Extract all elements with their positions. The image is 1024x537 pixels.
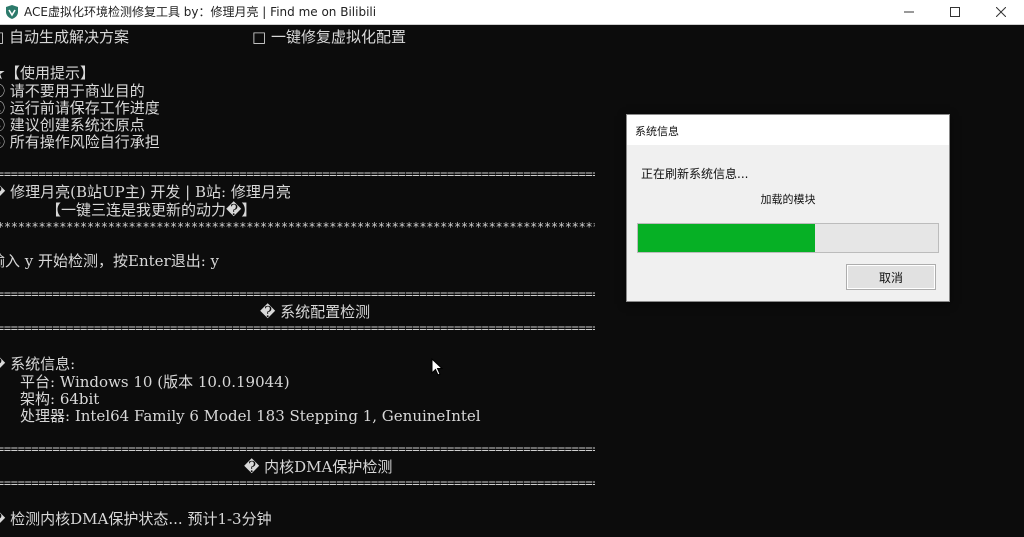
sysinfo-arch: 架构: 64bit <box>20 390 100 408</box>
progress-bar <box>637 223 939 253</box>
minimize-button[interactable] <box>886 0 932 24</box>
tips-header: ★【使用提示】 <box>0 64 96 82</box>
start-prompt: 输入 y 开始检测，按Enter退出: y <box>0 252 219 270</box>
console-window: ACE虚拟化环境检测修复工具 by：修理月亮 | Find me on Bili… <box>0 0 1024 537</box>
maximize-icon <box>950 7 960 17</box>
tip-item: ① 请不要用于商业目的 <box>0 82 145 100</box>
section-title-dma: � 内核DMA保护检测 <box>244 458 393 476</box>
divider-double: ========================================… <box>0 476 595 490</box>
system-info-dialog[interactable]: 系统信息 正在刷新系统信息... 加载的模块 取消 <box>626 114 950 302</box>
dma-status-line: � 检测内核DMA保护状态... 预计1-3分钟 <box>0 510 272 528</box>
sysinfo-cpu: 处理器: Intel64 Family 6 Model 183 Stepping… <box>20 407 481 425</box>
divider-double: ========================================… <box>0 321 595 335</box>
slogan-line: 【一键三连是我更新的动力�】 <box>46 201 257 219</box>
dialog-title-bar[interactable]: 系统信息 <box>627 115 949 145</box>
sysinfo-header: � 系统信息: <box>0 355 76 373</box>
tip-item: ④ 所有操作风险自行承担 <box>0 133 160 151</box>
minimize-icon <box>904 7 914 17</box>
dialog-title: 系统信息 <box>635 125 679 138</box>
shield-icon <box>4 4 20 20</box>
progress-bar-fill <box>638 224 815 252</box>
section-title-system-config: � 系统配置检测 <box>260 303 371 321</box>
title-bar[interactable]: ACE虚拟化环境检测修复工具 by：修理月亮 | Find me on Bili… <box>0 0 1024 25</box>
option-one-click-fix: □ 一键修复虚拟化配置 <box>252 28 406 46</box>
dialog-status-text: 正在刷新系统信息... <box>641 167 749 181</box>
divider-star: ****************************************… <box>0 220 595 234</box>
close-icon <box>996 7 1006 17</box>
maximize-button[interactable] <box>932 0 978 24</box>
option-auto-solution: □ 自动生成解决方案 <box>0 28 129 46</box>
author-line: � 修理月亮(B站UP主) 开发 | B站: 修理月亮 <box>0 183 291 201</box>
divider-double: ========================================… <box>0 167 595 181</box>
window-title: ACE虚拟化环境检测修复工具 by：修理月亮 | Find me on Bili… <box>24 5 377 19</box>
divider-double: ========================================… <box>0 287 595 301</box>
close-button[interactable] <box>978 0 1024 24</box>
cancel-button[interactable]: 取消 <box>846 264 936 290</box>
mouse-pointer-icon <box>431 357 444 376</box>
tip-item: ③ 建议创建系统还原点 <box>0 116 145 134</box>
sysinfo-platform: 平台: Windows 10 (版本 10.0.19044) <box>20 373 290 391</box>
dialog-module-text: 加载的模块 <box>760 193 816 206</box>
divider-double: ========================================… <box>0 442 595 456</box>
tip-item: ② 运行前请保存工作进度 <box>0 99 160 117</box>
